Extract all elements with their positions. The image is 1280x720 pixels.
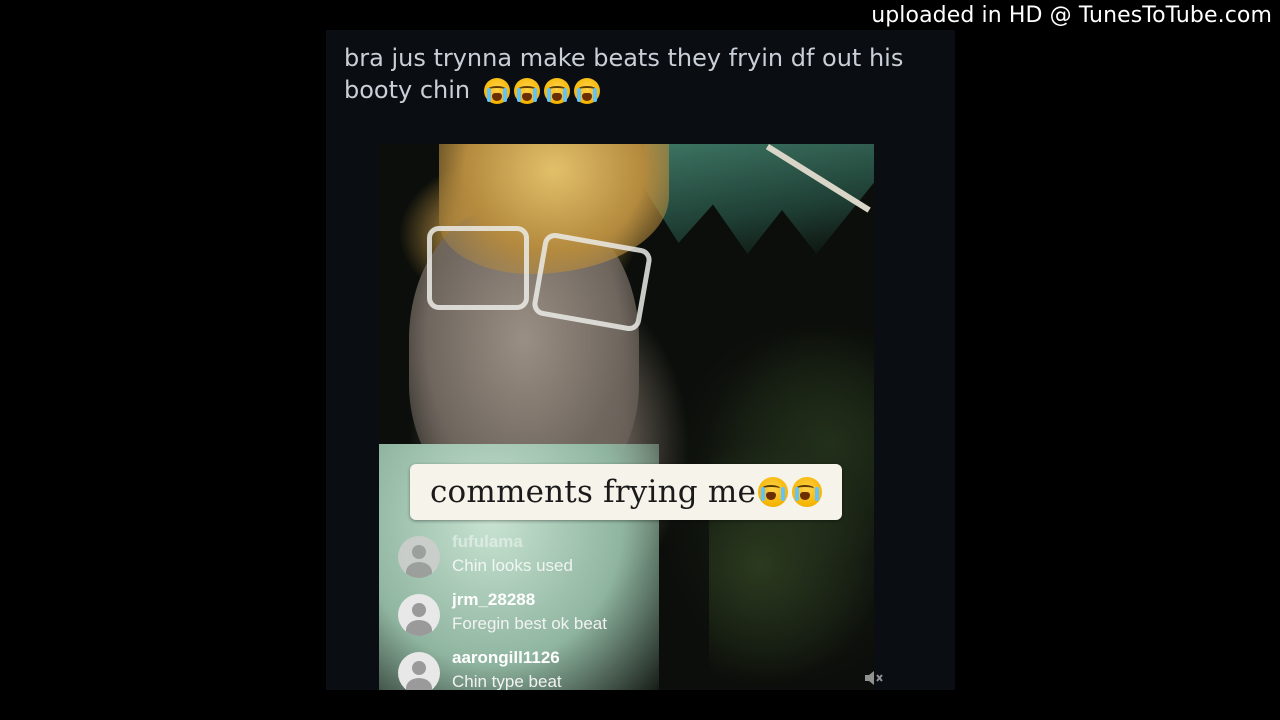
comment-item: jrm_28288 Foregin best ok beat — [398, 586, 698, 644]
comment-username: aarongill1126 — [452, 648, 560, 667]
crying-face-icon — [792, 477, 823, 507]
awning-background — [644, 144, 874, 254]
watermark-text: uploaded in HD @ TunesToTube.com — [871, 3, 1272, 28]
crying-face-icon — [573, 78, 600, 104]
caption-emoji-row — [483, 78, 600, 104]
post-caption-text: bra jus trynna make beats they fryin df … — [344, 44, 904, 104]
comment-item: aarongill1126 Chin type beat — [398, 644, 698, 690]
post-screenshot: bra jus trynna make beats they fryin df … — [326, 30, 955, 690]
overlay-emoji-row — [758, 477, 823, 507]
post-caption: bra jus trynna make beats they fryin df … — [344, 42, 904, 106]
glasses-icon — [427, 226, 654, 333]
avatar-icon — [398, 536, 440, 578]
video-overlay-caption: comments frying me — [410, 464, 842, 520]
comment-item: fufulama Chin looks used — [398, 528, 698, 586]
comment-text: Chin looks used — [452, 556, 573, 575]
comment-text: Chin type beat — [452, 672, 562, 690]
crying-face-icon — [483, 78, 510, 104]
comment-list: fufulama Chin looks used jrm_28288 Foreg… — [398, 528, 698, 690]
comment-text: Foregin best ok beat — [452, 614, 607, 633]
crying-face-icon — [513, 78, 540, 104]
crying-face-icon — [543, 78, 570, 104]
avatar-icon — [398, 594, 440, 636]
comment-username: jrm_28288 — [452, 590, 536, 609]
speaker-muted-icon — [864, 670, 884, 686]
video-frame: uploaded in HD @ TunesToTube.com bra jus… — [0, 0, 1280, 720]
comment-username: fufulama — [452, 532, 523, 551]
overlay-caption-text: comments frying me — [429, 474, 757, 510]
avatar-icon — [398, 652, 440, 690]
glasses-lens-left — [427, 226, 529, 310]
crying-face-icon — [758, 477, 789, 507]
